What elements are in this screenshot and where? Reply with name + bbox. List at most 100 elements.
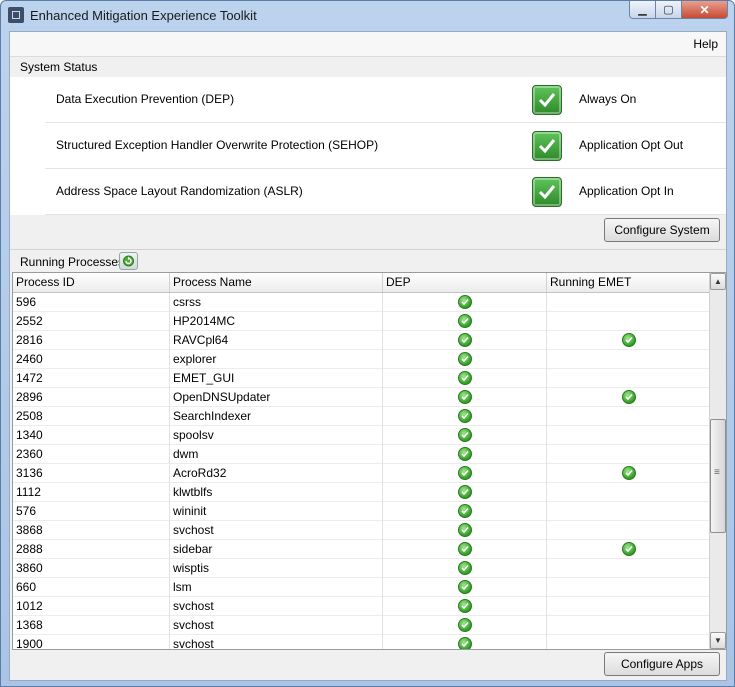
scroll-down-button[interactable]: ▼ (710, 632, 726, 649)
check-icon (621, 542, 636, 556)
process-name-cell: klwtblfs (170, 483, 383, 502)
table-body: 596 csrss 2552 HP2014MC 2816 RAVCpl64 2460 expl… (13, 293, 710, 649)
check-icon (621, 390, 636, 404)
dep-cell (383, 521, 547, 540)
process-name-cell: EMET_GUI (170, 369, 383, 388)
process-id-cell: 660 (13, 578, 170, 597)
process-name-cell: sidebar (170, 540, 383, 559)
process-name-cell: RAVCpl64 (170, 331, 383, 350)
process-id-cell: 1012 (13, 597, 170, 616)
close-button[interactable]: ✕ (682, 1, 728, 19)
dep-cell (383, 559, 547, 578)
check-icon (458, 466, 472, 480)
maximize-button[interactable]: ▢ (656, 1, 682, 19)
check-icon (458, 637, 472, 649)
running-emet-cell (547, 426, 710, 445)
running-emet-cell (547, 369, 710, 388)
dep-cell (383, 464, 547, 483)
table-row[interactable]: 576 wininit (13, 502, 710, 521)
check-icon (458, 599, 472, 613)
process-name-cell: svchost (170, 597, 383, 616)
help-menu[interactable]: Help (693, 37, 718, 51)
status-name: Data Execution Prevention (DEP) (56, 92, 235, 106)
dep-cell (383, 483, 547, 502)
process-id-cell: 576 (13, 502, 170, 521)
check-icon (458, 409, 472, 423)
process-table: Process ID Process Name DEP Running EMET… (12, 272, 727, 650)
running-emet-cell (547, 502, 710, 521)
dep-cell (383, 388, 547, 407)
running-emet-cell (547, 407, 710, 426)
table-row[interactable]: 2816 RAVCpl64 (13, 331, 710, 350)
table-row[interactable]: 1112 klwtblfs (13, 483, 710, 502)
window-controls: ▁ ▢ ✕ (629, 1, 728, 20)
check-icon (458, 485, 472, 499)
maximize-icon: ▢ (663, 4, 674, 16)
process-name-cell: AcroRd32 (170, 464, 383, 483)
table-row[interactable]: 3868 svchost (13, 521, 710, 540)
column-header-dep[interactable]: DEP (383, 273, 547, 292)
running-emet-cell (547, 597, 710, 616)
dep-cell (383, 369, 547, 388)
process-name-cell: svchost (170, 616, 383, 635)
close-icon: ✕ (699, 2, 710, 17)
check-icon (458, 447, 472, 461)
status-value: Application Opt In (579, 184, 674, 198)
scroll-thumb[interactable] (710, 419, 726, 533)
menu-bar: Help (10, 32, 726, 57)
check-icon (532, 85, 562, 115)
title-bar[interactable]: Enhanced Mitigation Experience Toolkit ▁… (1, 1, 734, 30)
status-value: Application Opt Out (579, 138, 684, 152)
scroll-up-button[interactable]: ▲ (710, 273, 726, 290)
process-name-cell: HP2014MC (170, 312, 383, 331)
dep-cell (383, 540, 547, 559)
process-id-cell: 1472 (13, 369, 170, 388)
check-icon (621, 333, 636, 347)
dep-cell (383, 597, 547, 616)
table-row[interactable]: 1340 spoolsv (13, 426, 710, 445)
table-row[interactable]: 2508 SearchIndexer (13, 407, 710, 426)
process-id-cell: 2360 (13, 445, 170, 464)
process-id-cell: 2552 (13, 312, 170, 331)
configure-apps-button[interactable]: Configure Apps (604, 652, 720, 676)
dep-cell (383, 331, 547, 350)
column-header-running-emet[interactable]: Running EMET (547, 273, 710, 292)
dep-cell (383, 616, 547, 635)
table-row[interactable]: 1900 svchost (13, 635, 710, 649)
table-row[interactable]: 660 lsm (13, 578, 710, 597)
column-header-process-name[interactable]: Process Name (170, 273, 383, 292)
table-row[interactable]: 2888 sidebar (13, 540, 710, 559)
table-row[interactable]: 1472 EMET_GUI (13, 369, 710, 388)
table-row[interactable]: 596 csrss (13, 293, 710, 312)
check-icon (458, 333, 472, 347)
table-row[interactable]: 2552 HP2014MC (13, 312, 710, 331)
process-name-cell: wisptis (170, 559, 383, 578)
process-id-cell: 3136 (13, 464, 170, 483)
column-header-process-id[interactable]: Process ID (13, 273, 170, 292)
process-id-cell: 1112 (13, 483, 170, 502)
check-icon (458, 352, 472, 366)
table-row[interactable]: 2460 explorer (13, 350, 710, 369)
system-status-panel: Data Execution Prevention (DEP) Always O… (10, 77, 726, 215)
table-row[interactable]: 3136 AcroRd32 (13, 464, 710, 483)
minimize-button[interactable]: ▁ (629, 1, 656, 19)
vertical-scrollbar[interactable]: ▲ ▼ (709, 273, 726, 649)
process-name-cell: spoolsv (170, 426, 383, 445)
refresh-button[interactable] (119, 252, 138, 270)
check-icon (458, 295, 472, 309)
check-icon (458, 561, 472, 575)
table-row[interactable]: 2360 dwm (13, 445, 710, 464)
process-id-cell: 2460 (13, 350, 170, 369)
process-name-cell: OpenDNSUpdater (170, 388, 383, 407)
process-name-cell: svchost (170, 635, 383, 649)
table-row[interactable]: 1012 svchost (13, 597, 710, 616)
process-id-cell: 1368 (13, 616, 170, 635)
table-row[interactable]: 2896 OpenDNSUpdater (13, 388, 710, 407)
table-row[interactable]: 1368 svchost (13, 616, 710, 635)
dep-cell (383, 312, 547, 331)
table-row[interactable]: 3860 wisptis (13, 559, 710, 578)
configure-system-button[interactable]: Configure System (604, 218, 720, 242)
check-icon (532, 131, 562, 161)
status-value: Always On (579, 92, 637, 106)
process-id-cell: 2816 (13, 331, 170, 350)
